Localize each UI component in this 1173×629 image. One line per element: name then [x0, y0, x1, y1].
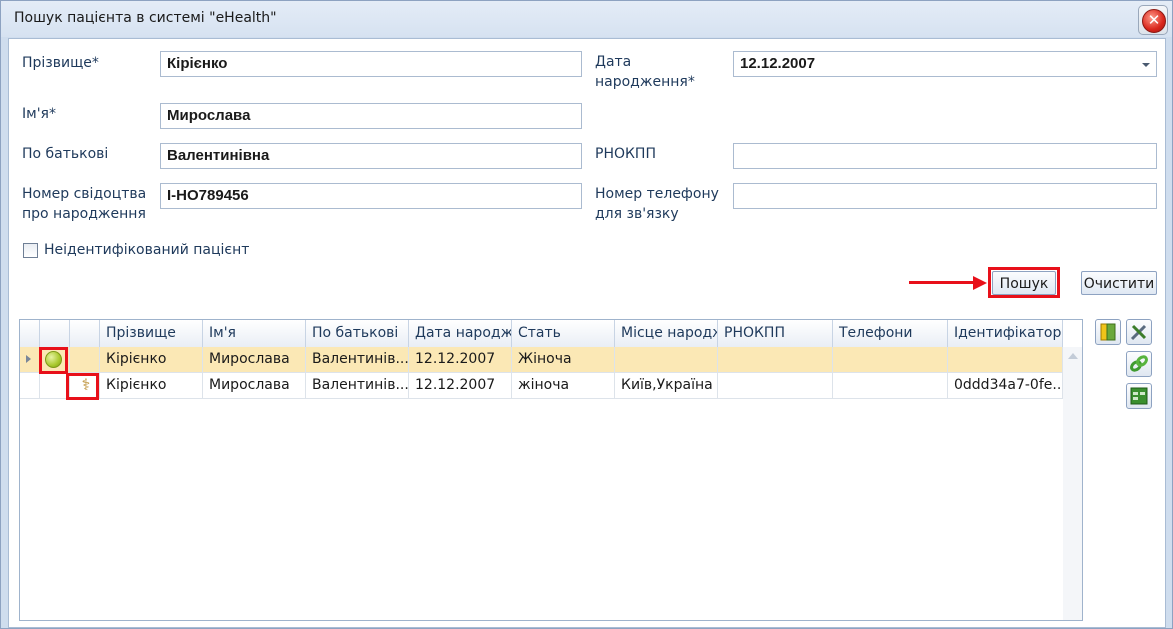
- link-icon[interactable]: [1126, 351, 1152, 377]
- column-header-rnokpp[interactable]: РНОКПП: [718, 320, 833, 347]
- cell-birthplace: [615, 347, 718, 373]
- cell-surname: Кірієнко: [100, 373, 203, 399]
- book-icon[interactable]: [1095, 319, 1121, 345]
- dialog-window: Пошук пацієнта в системі "eHealth" ✕ Прі…: [0, 0, 1173, 629]
- row-indicator-cell: [20, 347, 40, 373]
- rnokpp-label: РНОКПП: [595, 146, 656, 162]
- window-title: Пошук пацієнта в системі "eHealth": [14, 10, 277, 26]
- type-icon-highlight-box: [66, 373, 99, 400]
- column-header-sex[interactable]: Стать: [512, 320, 615, 347]
- results-grid: Прізвище Ім'я По батькові Дата народже С…: [19, 319, 1083, 621]
- unidentified-checkbox[interactable]: [23, 243, 38, 258]
- phone-field[interactable]: [733, 183, 1157, 209]
- grid-header: Прізвище Ім'я По батькові Дата народже С…: [20, 320, 1063, 348]
- cell-patronymic: Валентинів...: [306, 373, 409, 399]
- patronymic-field[interactable]: Валентинівна: [160, 143, 582, 169]
- chevron-down-icon[interactable]: [1142, 63, 1150, 67]
- column-header-patronymic[interactable]: По батькові: [306, 320, 409, 347]
- cell-phones: [833, 347, 948, 373]
- cell-birthplace: Київ,Україна: [615, 373, 718, 399]
- status-icon-highlight-box: [39, 347, 68, 374]
- column-header-birthplace[interactable]: Місце народж: [615, 320, 718, 347]
- close-icon: ✕: [1142, 9, 1166, 33]
- cell-dob: 12.12.2007: [409, 373, 512, 399]
- title-bar[interactable]: Пошук пацієнта в системі "eHealth" ✕: [1, 1, 1172, 37]
- column-header-surname[interactable]: Прізвище: [100, 320, 203, 347]
- dob-dropdown[interactable]: 12.12.2007: [733, 51, 1157, 77]
- row-pointer-icon: [26, 355, 31, 363]
- birth-cert-label-line2: про народження: [22, 206, 146, 222]
- table-row[interactable]: Кірієнко Мирослава Валентинів... 12.12.2…: [20, 347, 1063, 373]
- cell-name: Мирослава: [203, 347, 306, 373]
- dob-label-line1: Дата: [595, 54, 632, 70]
- annotation-arrow-line: [909, 281, 975, 284]
- column-header-dob[interactable]: Дата народже: [409, 320, 512, 347]
- clear-button[interactable]: Очистити: [1081, 271, 1157, 295]
- header-indicator-column: [20, 320, 40, 347]
- header-type-column: [70, 320, 100, 347]
- cell-rnokpp: [718, 373, 833, 399]
- rnokpp-field[interactable]: [733, 143, 1157, 169]
- row-indicator-cell: [20, 373, 40, 399]
- search-highlight-box: [988, 267, 1060, 298]
- unidentified-label: Неідентифікований пацієнт: [44, 242, 250, 258]
- cell-surname: Кірієнко: [100, 347, 203, 373]
- type-cell: [70, 347, 100, 373]
- patronymic-label: По батькові: [22, 146, 109, 162]
- scroll-up-arrow-icon[interactable]: [1068, 353, 1078, 359]
- column-header-name[interactable]: Ім'я: [203, 320, 306, 347]
- surname-field[interactable]: Кірієнко: [160, 51, 582, 77]
- birth-cert-field[interactable]: І-НО789456: [160, 183, 582, 209]
- dob-label-line2: народження*: [595, 74, 695, 90]
- phone-label-line2: для зв'язку: [595, 206, 679, 222]
- table-row[interactable]: ⚕ Кірієнко Мирослава Валентинів... 12.12…: [20, 373, 1063, 399]
- cell-ehealth-id: [948, 347, 1063, 373]
- name-label: Ім'я*: [22, 106, 56, 122]
- close-button[interactable]: ✕: [1138, 5, 1168, 35]
- vertical-scrollbar[interactable]: [1063, 347, 1082, 620]
- cell-dob: 12.12.2007: [409, 347, 512, 373]
- dob-value: 12.12.2007: [740, 55, 816, 72]
- annotation-arrow-head: [973, 276, 987, 290]
- cell-ehealth-id: 0ddd34a7-0fe...: [948, 373, 1063, 399]
- column-header-phones[interactable]: Телефони: [833, 320, 948, 347]
- column-header-ehealth-id[interactable]: Ідентифікатор в: [948, 320, 1063, 347]
- cell-sex: жіноча: [512, 373, 615, 399]
- tools-icon[interactable]: [1126, 319, 1152, 345]
- cell-patronymic: Валентинів...: [306, 347, 409, 373]
- cell-name: Мирослава: [203, 373, 306, 399]
- table-export-icon[interactable]: [1126, 383, 1152, 409]
- birth-cert-label-line1: Номер свідоцтва: [22, 186, 147, 202]
- cell-sex: Жіноча: [512, 347, 615, 373]
- cell-phones: [833, 373, 948, 399]
- phone-label-line1: Номер телефону: [595, 186, 719, 202]
- surname-label: Прізвище*: [22, 55, 99, 71]
- name-field[interactable]: Мирослава: [160, 103, 582, 129]
- header-status-column: [40, 320, 70, 347]
- cell-rnokpp: [718, 347, 833, 373]
